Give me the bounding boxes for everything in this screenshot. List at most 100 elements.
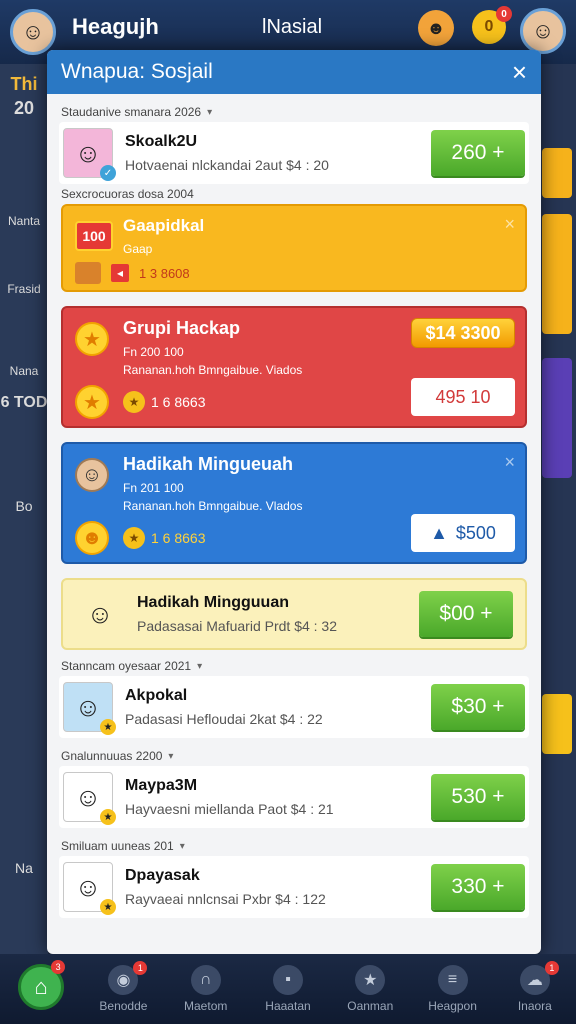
price-chip: $14 3300 (411, 318, 515, 348)
nav-label: Benodde (99, 999, 148, 1013)
list-item-subtitle: Hayvaesni miellanda Paot $4 : 21 (125, 801, 334, 817)
bg-tile (542, 214, 572, 334)
headset-icon: ∩ (190, 965, 221, 995)
close-icon[interactable]: × (504, 452, 515, 473)
nav-label: Haaatan (265, 999, 311, 1013)
list-item-name: Hadikah Mingguuan (137, 594, 289, 611)
buy-button[interactable]: 260 + (431, 130, 525, 176)
coin-badge: 0 (496, 6, 512, 22)
list-item-name: Skoalk2U (125, 133, 198, 150)
chat-icon: ▪ (272, 965, 303, 995)
list-icon: ≡ (437, 965, 468, 995)
card-subtitle: Gaap (123, 242, 153, 256)
offer-card-red[interactable]: ★ Grupi Hackap Fn 200 100 Rananan.hoh Bm… (61, 306, 527, 428)
profile-avatar[interactable]: ☺ (10, 9, 56, 55)
card-title: Gaapidkal (123, 216, 205, 235)
badge-icon: ✓ (100, 165, 116, 181)
offer-card-blue[interactable]: ☺ Hadikah Mingueuah Fn 201 100 Rananan.h… (61, 442, 527, 564)
up-arrow-icon: ▲ (430, 522, 448, 543)
chest-icon (75, 262, 101, 284)
buy-button[interactable]: $30 + (431, 684, 525, 730)
nav-item-haaatan[interactable]: ▪ Haaatan (248, 965, 328, 1013)
nav-badge: 3 (51, 960, 66, 974)
background-right-column (540, 64, 576, 954)
section-label-text: Stanncam oyesaar 2021 (61, 659, 192, 673)
bg-label: Na (15, 860, 33, 876)
section-label-text: Sexcrocuoras dosa 2004 (61, 187, 194, 201)
card-title: Grupi Hackap (123, 318, 241, 338)
bg-label: Frasid (7, 282, 41, 296)
nav-item-heagpon[interactable]: ≡ Heagpon (413, 965, 493, 1013)
bg-label: Nanta (7, 214, 41, 228)
list-item-name: Akpokal (125, 687, 188, 704)
card-chip: 1 3 8608 (139, 265, 190, 281)
friend-avatar[interactable]: ☺ (520, 8, 566, 54)
list-item-subtitle: Rayvaeai nnlcnsai Pxbr $4 : 122 (125, 891, 326, 907)
close-icon[interactable]: × (504, 214, 515, 235)
nav-label: Oanman (347, 999, 394, 1013)
section-label-text: Smiluam uuneas 201 (61, 839, 174, 853)
star-icon: ★ (355, 965, 386, 995)
bg-label: Bo (15, 498, 33, 514)
mascot-icon[interactable]: ☻ (418, 10, 454, 46)
chevron-down-icon[interactable]: ▾ (180, 841, 185, 852)
nav-label: Inaora (517, 999, 552, 1013)
nav-item-inaora[interactable]: ☁ 1 Inaora (495, 961, 575, 1013)
nav-item-maetom[interactable]: ∩ Maetom (166, 965, 246, 1013)
list-item-subtitle: Padasasai Mafuarid Prdt $4 : 32 (137, 618, 338, 634)
coin-icon: ★ (123, 527, 145, 549)
close-button[interactable]: × (512, 59, 527, 85)
coin-icon: ★ (123, 391, 145, 413)
list-item-subtitle: Hotvaenai nlckandai 2aut $4 : 20 (125, 157, 329, 173)
red-card-buy-button[interactable]: 495 10 (411, 378, 515, 416)
coin-icon: ★ (100, 899, 116, 915)
avatar: ☺ ★ (63, 772, 116, 825)
card-line: Rananan.hoh Bmngaibue. Vlados (123, 499, 303, 513)
app-center-label: lNasial (262, 16, 323, 38)
section-label-text: Gnalunnuuas 2200 (61, 749, 163, 763)
coin-amount: 1 6 8663 (151, 530, 206, 546)
social-modal: Wnapua: Sosjail × Staudanive smanara 202… (47, 50, 541, 954)
bg-label: 20 (13, 98, 35, 118)
list-item[interactable]: ☺ ✓ Skoalk2U Hotvaenai nlckandai 2aut $4 … (59, 122, 529, 184)
chevron-down-icon[interactable]: ▾ (207, 107, 212, 118)
blue-card-buy-button[interactable]: ▲ $500 (411, 514, 515, 552)
card-line: Fn 201 100 (123, 481, 184, 495)
coin-amount: 1 6 8663 (151, 394, 206, 410)
chevron-down-icon[interactable]: ▾ (197, 661, 202, 672)
buy-button[interactable]: 530 + (431, 774, 525, 820)
avatar: ☺ ✓ (63, 128, 116, 181)
list-item[interactable]: ☺ ★ Akpokal Padasasi Hefloudai 2kat $4 : … (59, 676, 529, 738)
flag-icon: ◂ (111, 264, 130, 282)
blue-card-button-label: $500 (455, 522, 496, 543)
card-title: Hadikah Mingueuah (123, 454, 294, 474)
nav-label: Heagpon (428, 999, 477, 1013)
coin-value: 0 (484, 18, 494, 35)
coin-icon[interactable]: 0 0 (472, 6, 512, 44)
list-item-name: Maypa3M (125, 777, 198, 794)
nav-item-home[interactable]: ⌂ 3 (1, 960, 81, 1014)
star-icon: ★ (75, 322, 109, 356)
avatar: ☺ ★ (63, 682, 116, 735)
nav-badge: 1 (544, 961, 559, 975)
avatar: ☺ (75, 458, 109, 492)
list-item[interactable]: ☺ ★ Dpayasak Rayvaeai nnlcnsai Pxbr $4 : … (59, 856, 529, 918)
card-line: Rananan.hoh Bmngaibue. Viados (123, 363, 303, 377)
nav-item-benodde[interactable]: ◉ 1 Benodde (83, 961, 163, 1013)
section-label: Sexcrocuoras dosa 2004 (47, 184, 541, 204)
section-label: Gnalunnuuas 2200 ▾ (47, 746, 541, 766)
avatar: ☺ (75, 589, 125, 639)
buy-button[interactable]: 330 + (431, 864, 525, 910)
section-label: Stanncam oyesaar 2021 ▾ (47, 656, 541, 676)
bottom-nav: ⌂ 3 ◉ 1 Benodde ∩ Maetom ▪ Haaatan ★ Oan… (0, 954, 576, 1024)
section-label: Smiluam uuneas 201 ▾ (47, 836, 541, 856)
chevron-down-icon[interactable]: ▾ (168, 751, 173, 762)
background-left-column: Thi 20 Nanta Frasid Nana 6 TOD Bo Na (0, 64, 48, 954)
section-label-text: Staudanive smanara 2026 (61, 105, 202, 119)
offer-card-orange[interactable]: 100 Gaapidkal Gaap ◂ 1 3 8608 × (61, 204, 527, 292)
nav-item-oanman[interactable]: ★ Oanman (330, 965, 410, 1013)
list-item[interactable]: ☺ ★ Maypa3M Hayvaesni miellanda Paot $4 :… (59, 766, 529, 828)
list-item-highlight[interactable]: ☺ Hadikah Mingguuan Padasasai Mafuarid P… (61, 578, 527, 650)
avatar: ☺ ★ (63, 862, 116, 915)
buy-button[interactable]: $00 + (419, 591, 513, 637)
